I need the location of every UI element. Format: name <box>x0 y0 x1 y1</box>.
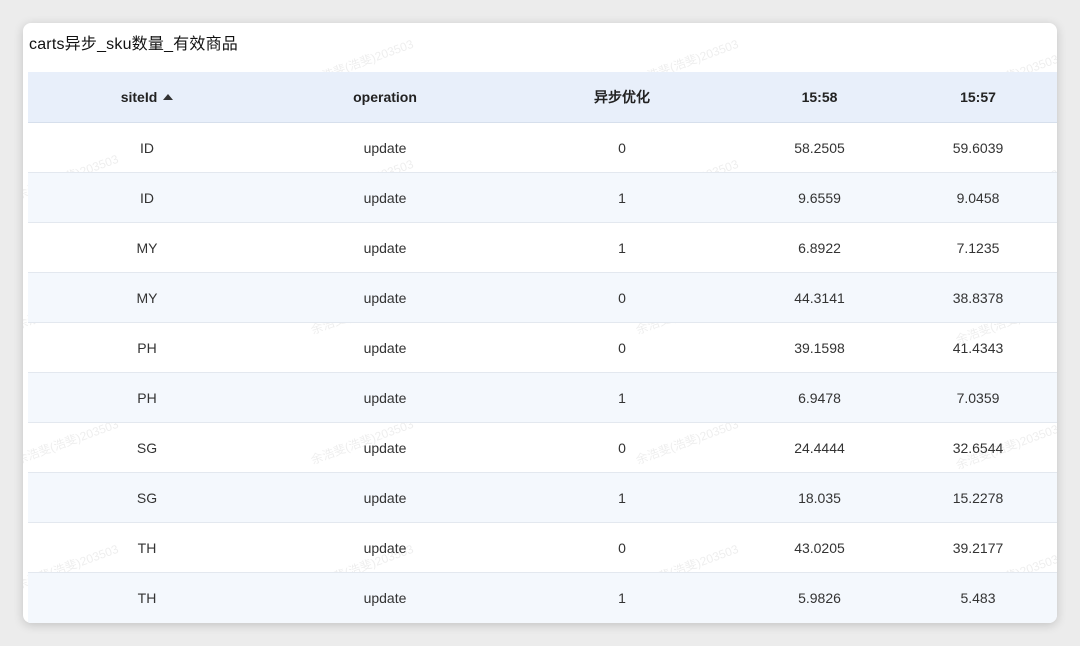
cell-async-optimization: 1 <box>618 590 626 606</box>
cell-async-optimization: 1 <box>618 489 626 506</box>
cell-siteid: PH <box>137 389 157 406</box>
table-row: PH update 1 6.9478 7.0359 <box>28 373 1057 423</box>
cell-operation: update <box>363 439 407 456</box>
cell-1557: 9.0458 <box>956 189 1000 206</box>
cell-async-optimization: 0 <box>618 539 626 556</box>
cell-siteid: SG <box>136 489 158 506</box>
cell-operation: update <box>363 339 407 356</box>
cell-async-optimization: 0 <box>618 439 626 456</box>
cell-1558: 6.8922 <box>798 239 841 256</box>
table-row: SG update 0 24.4444 32.6544 <box>28 423 1057 473</box>
column-header-async-optimization[interactable]: 异步优化 <box>504 87 740 107</box>
table-header-row: siteId operation 异步优化 15:58 15:57 <box>28 72 1057 123</box>
column-header-label: siteId <box>120 89 158 105</box>
cell-1557: 7.0359 <box>956 389 1000 406</box>
table-row: MY update 0 44.3141 38.8378 <box>28 273 1057 323</box>
cell-1558: 9.6559 <box>798 189 841 206</box>
column-header-label: 异步优化 <box>594 89 650 105</box>
column-header-1557[interactable]: 15:57 <box>899 89 1057 105</box>
table-row: PH update 0 39.1598 41.4343 <box>28 323 1057 373</box>
column-header-operation[interactable]: operation <box>266 89 504 105</box>
cell-siteid: SG <box>136 439 158 456</box>
cell-siteid: TH <box>137 590 157 606</box>
table-row: SG update 1 18.035 15.2278 <box>28 473 1057 523</box>
cell-async-optimization: 1 <box>618 239 626 256</box>
table-row: MY update 1 6.8922 7.1235 <box>28 223 1057 273</box>
cell-operation: update <box>363 590 407 606</box>
cell-1558: 24.4444 <box>794 439 845 456</box>
cell-siteid: PH <box>137 339 157 356</box>
table-row: ID update 0 58.2505 59.6039 <box>28 123 1057 173</box>
table-row: TH update 0 43.0205 39.2177 <box>28 523 1057 573</box>
card-title: carts异步_sku数量_有效商品 <box>29 36 238 53</box>
cell-async-optimization: 0 <box>618 289 626 306</box>
cell-async-optimization: 0 <box>618 139 626 156</box>
table-card: carts异步_sku数量_有效商品 余浩斐(浩斐)203503 余浩斐(浩斐)… <box>23 23 1057 623</box>
cell-operation: update <box>363 189 407 206</box>
cell-operation: update <box>363 539 407 556</box>
data-table: siteId operation 异步优化 15:58 15:57 ID upd… <box>28 72 1057 623</box>
cell-1558: 44.3141 <box>794 289 845 306</box>
cell-1558: 6.9478 <box>798 389 841 406</box>
cell-1558: 43.0205 <box>794 539 845 556</box>
cell-1558: 39.1598 <box>794 339 845 356</box>
table-row: ID update 1 9.6559 9.0458 <box>28 173 1057 223</box>
cell-operation: update <box>363 389 407 406</box>
cell-1558: 18.035 <box>798 489 841 506</box>
cell-operation: update <box>363 489 407 506</box>
cell-async-optimization: 1 <box>618 189 626 206</box>
column-header-label: operation <box>353 89 417 105</box>
cell-1557: 15.2278 <box>952 489 1004 506</box>
table-row: TH update 1 5.9826 5.483 <box>28 573 1057 623</box>
cell-1557: 39.2177 <box>952 539 1004 556</box>
cell-1558: 58.2505 <box>794 139 845 156</box>
column-header-label: 15:58 <box>801 89 838 105</box>
cell-siteid: ID <box>140 189 154 206</box>
cell-operation: update <box>363 289 407 306</box>
cell-1557: 32.6544 <box>952 439 1004 456</box>
sort-ascending-icon[interactable] <box>163 94 174 100</box>
cell-1557: 59.6039 <box>952 139 1004 156</box>
cell-1557: 38.8378 <box>952 289 1004 306</box>
cell-1557: 41.4343 <box>952 339 1004 356</box>
cell-1558: 5.9826 <box>798 590 841 606</box>
cell-siteid: MY <box>136 289 158 306</box>
cell-async-optimization: 1 <box>618 389 626 406</box>
column-header-1558[interactable]: 15:58 <box>740 89 899 105</box>
cell-siteid: TH <box>137 539 157 556</box>
cell-siteid: MY <box>136 239 158 256</box>
column-header-siteid[interactable]: siteId <box>28 89 266 105</box>
column-header-label: 15:57 <box>960 89 996 105</box>
cell-1557: 7.1235 <box>956 239 1000 256</box>
cell-async-optimization: 0 <box>618 339 626 356</box>
cell-operation: update <box>363 139 407 156</box>
cell-1557: 5.483 <box>960 590 996 606</box>
cell-siteid: ID <box>140 139 154 156</box>
cell-operation: update <box>363 239 407 256</box>
